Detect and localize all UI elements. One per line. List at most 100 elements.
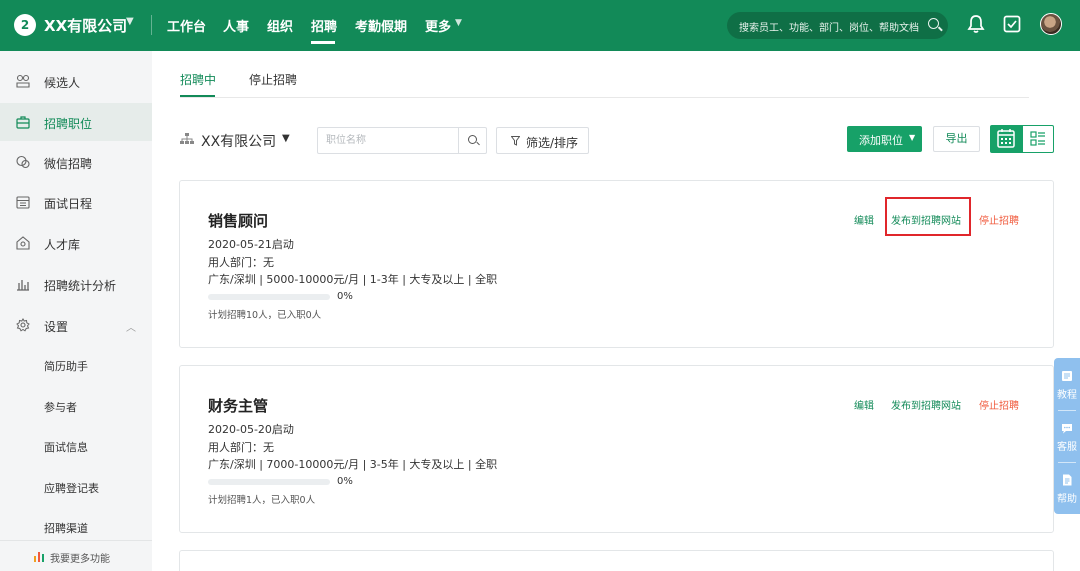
sidebar-subitem-application-form[interactable]: 应聘登记表 — [44, 480, 99, 496]
sidebar: 候选人 招聘职位 微信招聘 面试日程 人才库 招聘统计分析 设置 ︿ 简历助手 … — [0, 51, 152, 571]
add-position-button[interactable]: 添加职位 ▼ — [847, 126, 922, 152]
search-placeholder: 搜索员工、功能、部门、岗位、帮助文档 — [739, 23, 919, 34]
help-float-panel: 教程 客服 帮助 — [1054, 358, 1080, 514]
job-start-date: 2020-05-20启动 — [208, 423, 294, 436]
avatar[interactable] — [1040, 13, 1062, 35]
edit-link[interactable]: 编辑 — [854, 212, 874, 227]
hiring-plan: 计划招聘1人，已入职0人 — [208, 495, 316, 506]
export-button[interactable]: 导出 — [933, 126, 980, 152]
position-search-input[interactable] — [318, 128, 460, 153]
job-card — [179, 550, 1054, 571]
more-features-label: 我要更多功能 — [50, 554, 110, 565]
top-bar: 2 XX有限公司 ▼ 工作台 人事 组织 招聘 考勤假期 更多 ▼ 搜索员工、功… — [0, 0, 1080, 51]
nav-more[interactable]: 更多 — [425, 16, 451, 35]
company-switcher[interactable]: XX有限公司 — [44, 15, 127, 36]
hiring-progress-bar — [208, 294, 330, 300]
hiring-plan: 计划招聘10人，已入职0人 — [208, 310, 322, 321]
sidebar-subitem-interview-info[interactable]: 面试信息 — [44, 439, 88, 455]
org-selector[interactable]: XX有限公司 — [201, 131, 276, 151]
search-button[interactable] — [458, 128, 486, 153]
job-title[interactable]: 财务主管 — [208, 395, 268, 416]
sidebar-item-label: 招聘职位 — [44, 117, 93, 131]
sidebar-item-label: 招聘统计分析 — [44, 279, 117, 293]
customer-service-label: 客服 — [1057, 442, 1077, 453]
sidebar-item-label: 候选人 — [44, 76, 81, 90]
job-details: 广东/深圳 | 5000-10000元/月 | 1-3年 | 大专及以上 | 全… — [208, 273, 498, 286]
job-department: 用人部门：无 — [208, 256, 274, 269]
bar-chart-icon — [34, 552, 44, 562]
nav-attendance[interactable]: 考勤假期 — [355, 16, 407, 35]
sidebar-item-recruitment-analytics[interactable]: 招聘统计分析 — [0, 265, 152, 303]
help-button[interactable]: 帮助 — [1054, 462, 1080, 514]
publish-to-job-sites-link[interactable]: 发布到招聘网站 — [891, 397, 961, 412]
sidebar-item-label: 人才库 — [44, 238, 81, 252]
progress-percent: 0% — [337, 476, 353, 487]
chevron-down-icon[interactable]: ▼ — [126, 16, 134, 27]
calendar-icon — [997, 129, 1015, 148]
divider — [180, 97, 1029, 98]
nav-personnel[interactable]: 人事 — [223, 16, 249, 35]
progress-percent: 0% — [337, 291, 353, 302]
customer-service-button[interactable]: 客服 — [1054, 410, 1080, 462]
nav-recruitment[interactable]: 招聘 — [311, 16, 337, 35]
nav-workbench[interactable]: 工作台 — [167, 16, 206, 35]
filter-icon — [511, 136, 520, 146]
sidebar-item-interview-schedule[interactable]: 面试日程 — [0, 183, 152, 221]
calendar-view-button[interactable] — [990, 125, 1022, 153]
sidebar-subitem-participants[interactable]: 参与者 — [44, 399, 77, 415]
gear-icon — [16, 318, 30, 332]
wechat-icon — [16, 155, 30, 169]
sidebar-item-job-positions[interactable]: 招聘职位 — [0, 103, 152, 141]
help-label: 帮助 — [1057, 494, 1077, 505]
candidate-icon — [16, 74, 30, 88]
chat-icon — [1062, 424, 1072, 434]
calendar-icon — [16, 196, 30, 209]
hiring-progress-bar — [208, 479, 330, 485]
job-department: 用人部门：无 — [208, 441, 274, 454]
sidebar-subitem-resume-assistant[interactable]: 简历助手 — [44, 358, 88, 374]
list-view-button[interactable] — [1022, 125, 1054, 153]
filter-sort-label: 筛选/排序 — [526, 136, 579, 150]
sidebar-item-label: 设置 — [44, 320, 69, 334]
logo-icon: 2 — [14, 14, 36, 36]
job-details: 广东/深圳 | 7000-10000元/月 | 3-5年 | 大专及以上 | 全… — [208, 458, 498, 471]
talent-pool-icon — [16, 236, 30, 250]
bell-icon[interactable] — [967, 14, 985, 34]
sidebar-item-talent-pool[interactable]: 人才库 — [0, 224, 152, 262]
briefcase-icon — [16, 116, 30, 129]
caret-down-icon[interactable]: ▼ — [282, 133, 290, 144]
search-icon — [468, 135, 477, 144]
add-position-label: 添加职位 — [859, 134, 903, 147]
sidebar-item-settings[interactable]: 设置 ︿ — [0, 306, 152, 344]
global-search-input[interactable]: 搜索员工、功能、部门、岗位、帮助文档 — [727, 12, 948, 39]
chevron-down-icon[interactable]: ▼ — [455, 18, 462, 28]
document-icon — [1063, 474, 1072, 486]
filter-sort-button[interactable]: 筛选/排序 — [496, 127, 589, 154]
sidebar-subitem-recruitment-channels[interactable]: 招聘渠道 — [44, 520, 88, 536]
list-view-icon — [1030, 131, 1045, 146]
position-search — [317, 127, 487, 154]
job-start-date: 2020-05-21启动 — [208, 238, 294, 251]
edit-link[interactable]: 编辑 — [854, 397, 874, 412]
tutorial-label: 教程 — [1057, 390, 1077, 401]
highlight-box — [885, 197, 971, 236]
search-icon[interactable] — [928, 18, 939, 29]
org-tree-icon — [180, 133, 194, 144]
stop-recruiting-link[interactable]: 停止招聘 — [979, 397, 1019, 412]
job-title[interactable]: 销售顾问 — [208, 210, 268, 231]
divider — [151, 15, 152, 35]
nav-active-indicator — [311, 41, 335, 44]
sidebar-item-label: 面试日程 — [44, 197, 93, 211]
more-features-link[interactable]: 我要更多功能 — [0, 540, 152, 571]
book-icon — [1062, 371, 1072, 381]
nav-organization[interactable]: 组织 — [267, 16, 293, 35]
chevron-up-icon[interactable]: ︿ — [126, 319, 136, 334]
approval-icon[interactable] — [1003, 15, 1021, 33]
sidebar-item-wechat-recruitment[interactable]: 微信招聘 — [0, 143, 152, 181]
tutorial-button[interactable]: 教程 — [1054, 358, 1080, 410]
sidebar-item-candidates[interactable]: 候选人 — [0, 62, 152, 100]
job-card: 财务主管 2020-05-20启动 用人部门：无 广东/深圳 | 7000-10… — [179, 365, 1054, 533]
stop-recruiting-link[interactable]: 停止招聘 — [979, 212, 1019, 227]
tab-stopped[interactable]: 停止招聘 — [249, 71, 297, 88]
tab-recruiting[interactable]: 招聘中 — [180, 71, 216, 88]
